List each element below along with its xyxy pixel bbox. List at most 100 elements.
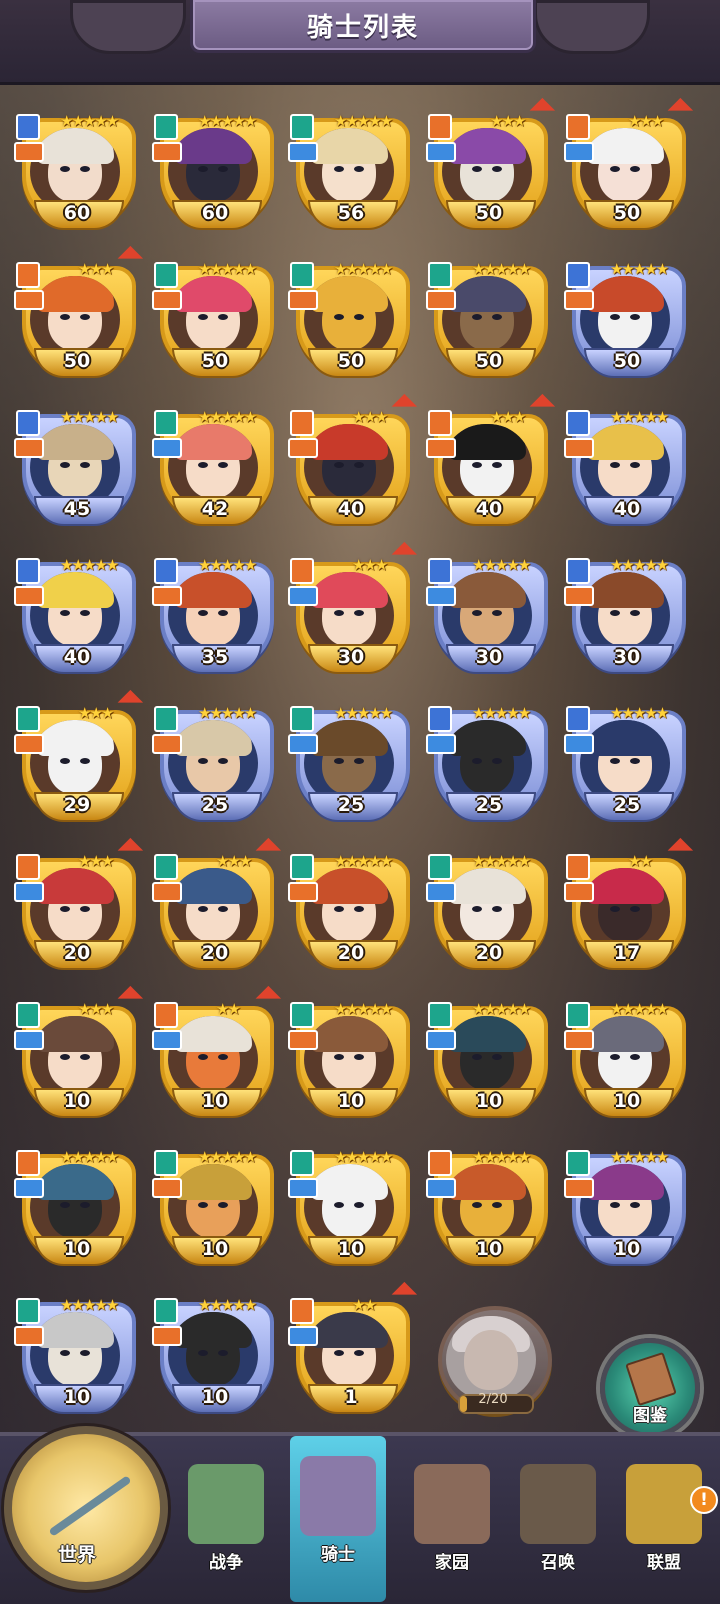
knight-card[interactable]: ★★★★★ 20: [288, 850, 412, 972]
star-rating: ★★★★★: [334, 704, 393, 722]
knight-card[interactable]: ★★★★★ 42: [152, 406, 276, 528]
knight-card[interactable]: ★★★★★ 10: [14, 1294, 138, 1416]
knight-level: 50: [475, 202, 503, 224]
class-icon: [290, 1150, 314, 1176]
knight-level: 50: [475, 350, 503, 372]
knight-card[interactable]: ★★ 1: [288, 1281, 418, 1416]
knight-card[interactable]: ★★★ 10: [14, 985, 144, 1120]
knight-level: 40: [63, 646, 91, 668]
knight-card[interactable]: ★★★ 50: [426, 97, 556, 232]
class-icon: [154, 558, 178, 584]
nav-home[interactable]: 家园: [404, 1444, 500, 1594]
book-icon: [625, 1351, 677, 1407]
star-rating: ★★★★★: [198, 1148, 257, 1166]
knight-card[interactable]: ★★ 17: [564, 837, 694, 972]
knight-level: 10: [475, 1238, 503, 1260]
class-icon: [290, 1002, 314, 1028]
knight-card[interactable]: ★★★ 40: [288, 393, 418, 528]
knight-card[interactable]: ★★ 10: [152, 985, 282, 1120]
knight-card[interactable]: ★★★★★ 10: [564, 998, 688, 1120]
class-icon: [566, 1002, 590, 1028]
knight-level: 25: [337, 794, 365, 816]
role-icon: [152, 1178, 182, 1198]
role-icon: [288, 882, 318, 902]
knight-card[interactable]: ★★★★★ 56: [288, 110, 412, 232]
role-icon: [152, 734, 182, 754]
role-icon: [152, 290, 182, 310]
knight-level: 10: [613, 1238, 641, 1260]
knight-level: 35: [201, 646, 229, 668]
knight-card[interactable]: ★★★★★ 10: [288, 1146, 412, 1268]
nav-summon[interactable]: 召唤: [510, 1444, 606, 1594]
class-icon: [154, 114, 178, 140]
nav-alliance[interactable]: 联盟: [616, 1444, 712, 1594]
knight-card[interactable]: ★★★★★ 10: [14, 1146, 138, 1268]
star-rating: ★★★★★: [610, 704, 669, 722]
knight-card[interactable]: ★★★★★ 10: [426, 998, 550, 1120]
class-icon: [290, 114, 314, 140]
knight-level: 60: [201, 202, 229, 224]
role-icon: [152, 1030, 182, 1050]
role-icon: [426, 882, 456, 902]
star-rating: ★★★★★: [60, 408, 119, 426]
knight-card[interactable]: ★★★★★ 35: [152, 554, 276, 676]
knight-card[interactable]: ★★★★★ 60: [14, 110, 138, 232]
knight-card[interactable]: ★★★★★ 50: [564, 258, 688, 380]
knight-card[interactable]: ★★★★★ 25: [426, 702, 550, 824]
knight-card[interactable]: ★★★ 20: [152, 837, 282, 972]
knight-card[interactable]: ★★★★★ 50: [426, 258, 550, 380]
knight-icon: [300, 1456, 376, 1536]
knight-level: 10: [63, 1238, 91, 1260]
nav-knights[interactable]: 骑士: [290, 1436, 386, 1602]
knight-card[interactable]: ★★★★★ 30: [426, 554, 550, 676]
knight-card[interactable]: ★★★ 29: [14, 689, 144, 824]
knight-level: 40: [613, 498, 641, 520]
knight-card[interactable]: ★★★ 50: [14, 245, 144, 380]
class-icon: [428, 262, 452, 288]
knight-card[interactable]: ★★★ 40: [426, 393, 556, 528]
knight-card[interactable]: ★★★★★ 10: [426, 1146, 550, 1268]
knight-level: 17: [613, 942, 641, 964]
nav-war[interactable]: 战争: [178, 1444, 274, 1594]
class-icon: [16, 114, 40, 140]
knight-card[interactable]: ★★★★★ 50: [152, 258, 276, 380]
knight-card[interactable]: ★★★★★ 25: [288, 702, 412, 824]
knight-card[interactable]: ★★★★★ 30: [564, 554, 688, 676]
knight-card[interactable]: ★★★ 50: [564, 97, 694, 232]
knight-card[interactable]: ★★★★★ 25: [152, 702, 276, 824]
knight-card[interactable]: ★★★★★ 10: [152, 1146, 276, 1268]
knight-card[interactable]: ★★★★★ 20: [426, 850, 550, 972]
role-icon: [564, 142, 594, 162]
knight-card[interactable]: ★★★★★ 10: [564, 1146, 688, 1268]
class-icon: [566, 854, 590, 880]
knight-card[interactable]: ★★★★★ 50: [288, 258, 412, 380]
star-rating: ★★★★★: [198, 1296, 257, 1314]
knight-card[interactable]: ★★★★★ 10: [152, 1294, 276, 1416]
knight-card[interactable]: ★★★★★ 60: [152, 110, 276, 232]
class-icon: [290, 706, 314, 732]
knight-card[interactable]: ★★★★★ 40: [14, 554, 138, 676]
knight-card[interactable]: ★★★★★ 40: [564, 406, 688, 528]
role-icon: [152, 882, 182, 902]
knight-card[interactable]: ★★★★★ 25: [564, 702, 688, 824]
role-icon: [426, 1030, 456, 1050]
role-icon: [564, 1178, 594, 1198]
star-rating: ★★★★★: [198, 260, 257, 278]
knight-card[interactable]: ★★★★★ 10: [288, 998, 412, 1120]
role-icon: [288, 1326, 318, 1346]
star-rating: ★★★★★: [60, 1296, 119, 1314]
star-rating: ★★★★★: [334, 1148, 393, 1166]
knight-card[interactable]: ★★★ 30: [288, 541, 418, 676]
class-icon: [428, 854, 452, 880]
class-icon: [566, 706, 590, 732]
nav-knights-label: 骑士: [321, 1545, 355, 1565]
star-rating: ★★★★★: [610, 260, 669, 278]
star-rating: ★★★★★: [334, 112, 393, 130]
compendium-button[interactable]: 图鉴: [600, 1338, 700, 1438]
class-icon: [290, 410, 314, 436]
knight-fragment-card[interactable]: 2/20: [432, 1298, 554, 1420]
role-icon: [288, 1178, 318, 1198]
role-icon: [426, 1178, 456, 1198]
knight-card[interactable]: ★★★★★ 45: [14, 406, 138, 528]
knight-card[interactable]: ★★★ 20: [14, 837, 144, 972]
